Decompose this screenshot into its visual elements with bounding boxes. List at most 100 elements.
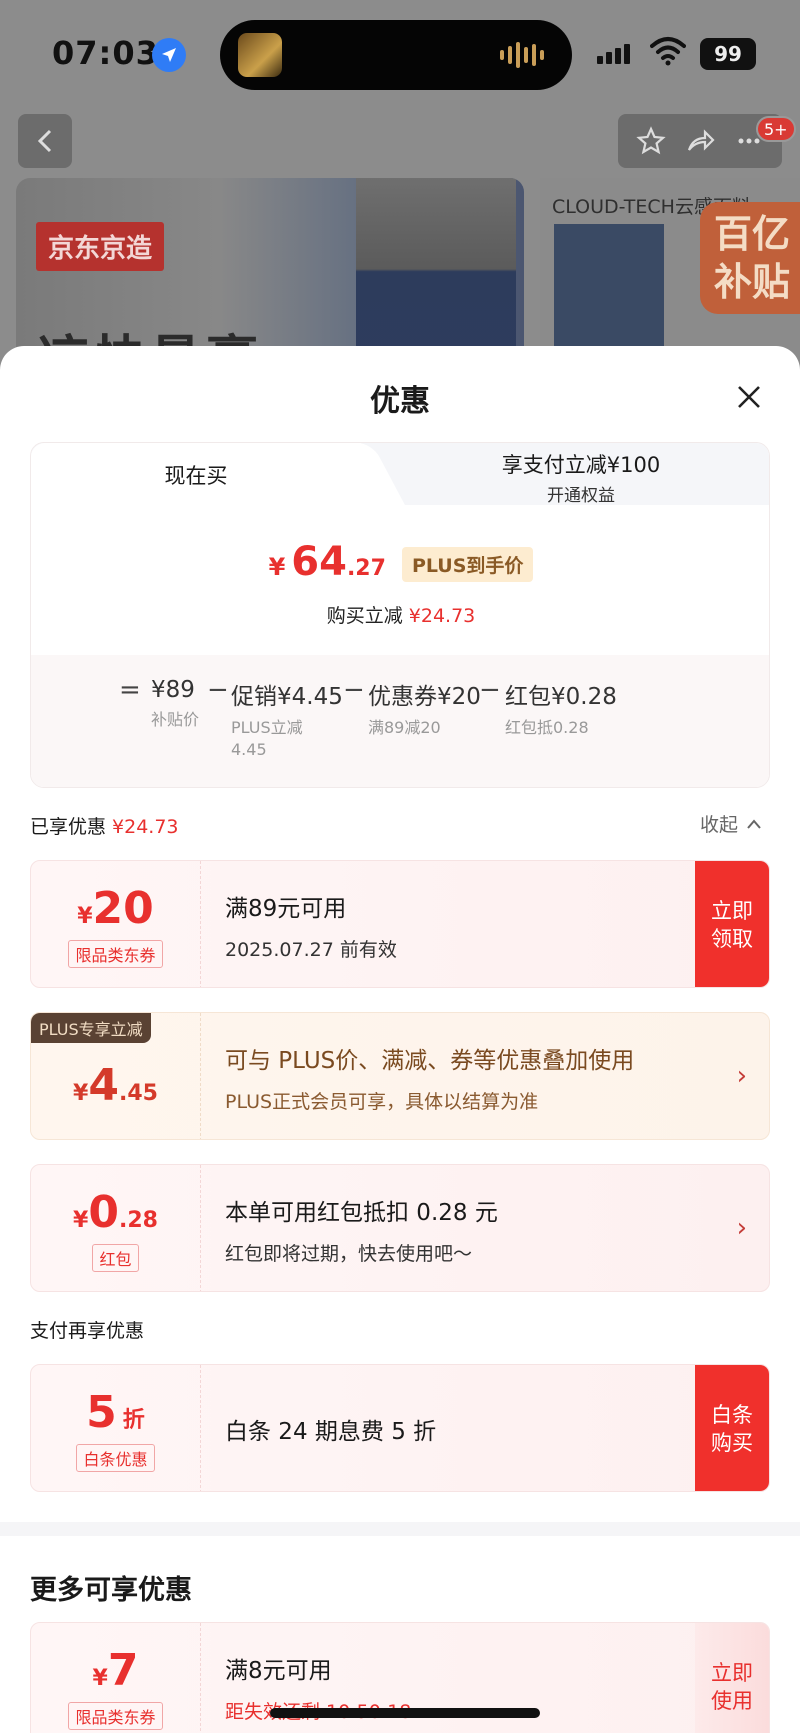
coupon-type-tag: 限品类东券 bbox=[68, 1701, 163, 1730]
coupon-details: 本单可用红包抵扣 0.28 元 红包即将过期，快去使用吧～ bbox=[225, 1165, 498, 1291]
discount-sheet: 优惠 现在买 享支付立减¥100 开通权益 ¥ 64 .27 PLUS到手价 购… bbox=[0, 346, 800, 1733]
status-bar: 07:03 99 bbox=[0, 0, 800, 110]
currency-symbol: ¥ bbox=[77, 903, 93, 929]
coupon-amount-value: 4 bbox=[88, 1059, 119, 1111]
formula-value: ¥89 bbox=[151, 677, 195, 703]
chevron-up-icon bbox=[747, 818, 761, 829]
coupon-amount-area: ¥ 4 .45 bbox=[31, 1013, 201, 1139]
baitiao-desc: 白条 24 期息费 5 折 bbox=[225, 1419, 437, 1445]
plus-discount-desc: 可与 PLUS价、满减、券等优惠叠加使用 bbox=[225, 1047, 635, 1074]
coupon-amount-area: ¥ 7 限品类东券 bbox=[31, 1623, 201, 1733]
final-price-integer: 64 bbox=[291, 539, 347, 585]
clock: 07:03 bbox=[52, 34, 159, 72]
tab-buy-now[interactable]: 现在买 bbox=[31, 443, 361, 507]
formula-label: 红包抵0.28 bbox=[505, 718, 589, 737]
coupon-type-tag: 限品类东券 bbox=[68, 939, 163, 968]
tab-buy-now-label: 现在买 bbox=[164, 464, 228, 488]
price-formula: = ¥89 补贴价 − 促销¥4.45 PLUS立减 4.45 − 优惠券¥20 … bbox=[31, 655, 769, 787]
sheet-title: 优惠 bbox=[370, 384, 430, 419]
wifi-icon bbox=[650, 37, 686, 66]
subsidy-badge-line2: 补贴 bbox=[714, 260, 791, 304]
formula-label: 满89减20 bbox=[368, 718, 441, 737]
currency-symbol: ¥ bbox=[73, 1207, 89, 1233]
collapse-button[interactable]: 收起 bbox=[700, 810, 762, 837]
coupon-amount-area: ¥ 0 .28 红包 bbox=[31, 1165, 201, 1291]
baitiao-buy-label: 白条购买 bbox=[711, 1403, 753, 1455]
reduction-amount: ¥24.73 bbox=[408, 605, 476, 627]
equals-sign: = bbox=[119, 675, 141, 705]
enjoyed-discount-header: 已享优惠 ¥24.73 bbox=[30, 812, 179, 839]
chevron-right-icon: › bbox=[736, 1061, 747, 1091]
back-button[interactable] bbox=[18, 114, 72, 168]
coupon-type-tag: 红包 bbox=[92, 1243, 139, 1272]
formula-subsidy-price: ¥89 补贴价 bbox=[151, 677, 199, 731]
red-packet-note: 红包即将过期，快去使用吧～ bbox=[225, 1242, 473, 1265]
formula-value: 促销¥4.45 bbox=[231, 684, 343, 710]
pay-discount-header: 支付再享优惠 bbox=[30, 1320, 145, 1342]
claim-coupon-label: 立即领取 bbox=[711, 899, 753, 951]
cellular-signal-icon bbox=[597, 44, 630, 64]
formula-label-line1: PLUS立减 bbox=[231, 718, 303, 737]
claim-coupon-button[interactable]: 立即领取 bbox=[695, 861, 769, 987]
coupon-condition: 满8元可用 bbox=[225, 1657, 332, 1684]
coupon-details: 满89元可用 2025.07.27 前有效 bbox=[225, 861, 397, 987]
discount-unit: 折 bbox=[122, 1407, 145, 1433]
plus-price-tag: PLUS到手价 bbox=[401, 546, 534, 582]
coupon-amount-area: ¥ 20 限品类东券 bbox=[31, 861, 201, 987]
minus-sign: − bbox=[343, 675, 365, 705]
star-icon[interactable] bbox=[636, 126, 666, 156]
tab-payment-discount-title: 享支付立减¥100 bbox=[501, 453, 661, 477]
audio-waveform-icon bbox=[500, 42, 544, 68]
baitiao-discount[interactable]: 5 折 白条优惠 白条 24 期息费 5 折 白条购买 bbox=[30, 1364, 770, 1492]
battery-indicator: 99 bbox=[700, 38, 756, 70]
subsidy-badge: 百亿 补贴 bbox=[700, 202, 800, 314]
share-icon[interactable] bbox=[685, 126, 715, 156]
coupon-amount-decimal: .28 bbox=[118, 1207, 158, 1233]
coupon-amount: ¥ 7 bbox=[93, 1645, 139, 1696]
coupon-expiry: 2025.07.27 前有效 bbox=[225, 938, 397, 961]
subsidy-badge-line1: 百亿 bbox=[714, 212, 791, 256]
tab-payment-discount[interactable]: 享支付立减¥100 开通权益 bbox=[391, 449, 769, 506]
discount-value: 5 bbox=[86, 1386, 117, 1438]
close-icon bbox=[738, 386, 760, 408]
red-packet-discount[interactable]: ¥ 0 .28 红包 本单可用红包抵扣 0.28 元 红包即将过期，快去使用吧～… bbox=[30, 1164, 770, 1292]
price-breakdown-card: 现在买 享支付立减¥100 开通权益 ¥ 64 .27 PLUS到手价 购买立减… bbox=[30, 442, 770, 788]
purchase-reduction: 购买立减 ¥24.73 bbox=[31, 601, 769, 628]
close-button[interactable] bbox=[730, 378, 768, 416]
plus-exclusive-discount[interactable]: PLUS专享立减 ¥ 4 .45 可与 PLUS价、满减、券等优惠叠加使用 PL… bbox=[30, 1012, 770, 1140]
enjoyed-label: 已享优惠 bbox=[30, 816, 107, 838]
baitiao-buy-button[interactable]: 白条购买 bbox=[695, 1365, 769, 1491]
use-coupon-button[interactable]: 立即使用 bbox=[695, 1623, 769, 1733]
minus-sign: − bbox=[207, 675, 229, 705]
coupon-amount: ¥ 20 bbox=[77, 883, 154, 934]
plus-discount-note: PLUS正式会员可享，具体以结算为准 bbox=[225, 1090, 539, 1113]
tab-payment-discount-sub: 开通权益 bbox=[547, 486, 615, 506]
formula-label: PLUS立减 4.45 bbox=[231, 717, 343, 761]
coupon-amount-decimal: .45 bbox=[118, 1080, 158, 1106]
formula-label: 补贴价 bbox=[151, 710, 200, 729]
location-arrow-icon bbox=[152, 38, 186, 72]
enjoyed-amount: ¥24.73 bbox=[112, 816, 179, 838]
coupon-details: 可与 PLUS价、满减、券等优惠叠加使用 PLUS正式会员可享，具体以结算为准 bbox=[225, 1013, 635, 1139]
dynamic-island[interactable] bbox=[220, 20, 572, 90]
currency-symbol: ¥ bbox=[73, 1080, 89, 1106]
coupon-amount-value: 20 bbox=[92, 882, 154, 934]
coupon-jd-20[interactable]: ¥ 20 限品类东券 满89元可用 2025.07.27 前有效 立即领取 bbox=[30, 860, 770, 988]
reduction-label: 购买立减 bbox=[326, 605, 403, 627]
chevron-right-icon: › bbox=[736, 1213, 747, 1243]
formula-red-packet: 红包¥0.28 红包抵0.28 bbox=[505, 677, 617, 739]
final-price-symbol: ¥ bbox=[268, 553, 286, 581]
game-app-icon bbox=[238, 33, 282, 77]
formula-label-line2: 4.45 bbox=[231, 740, 267, 759]
message-count-badge: 5+ bbox=[756, 116, 796, 142]
currency-symbol: ¥ bbox=[92, 1665, 108, 1691]
collapse-label: 收起 bbox=[700, 814, 739, 836]
formula-promotion: 促销¥4.45 PLUS立减 4.45 bbox=[231, 677, 343, 761]
final-price-decimal: .27 bbox=[346, 556, 386, 581]
chevron-left-icon bbox=[37, 129, 52, 153]
formula-value: 优惠券¥20 bbox=[368, 684, 481, 710]
final-price: ¥ 64 .27 PLUS到手价 bbox=[31, 539, 769, 589]
home-indicator[interactable] bbox=[270, 1708, 540, 1718]
minus-sign: − bbox=[479, 675, 501, 705]
formula-coupon: 优惠券¥20 满89减20 bbox=[368, 677, 481, 739]
